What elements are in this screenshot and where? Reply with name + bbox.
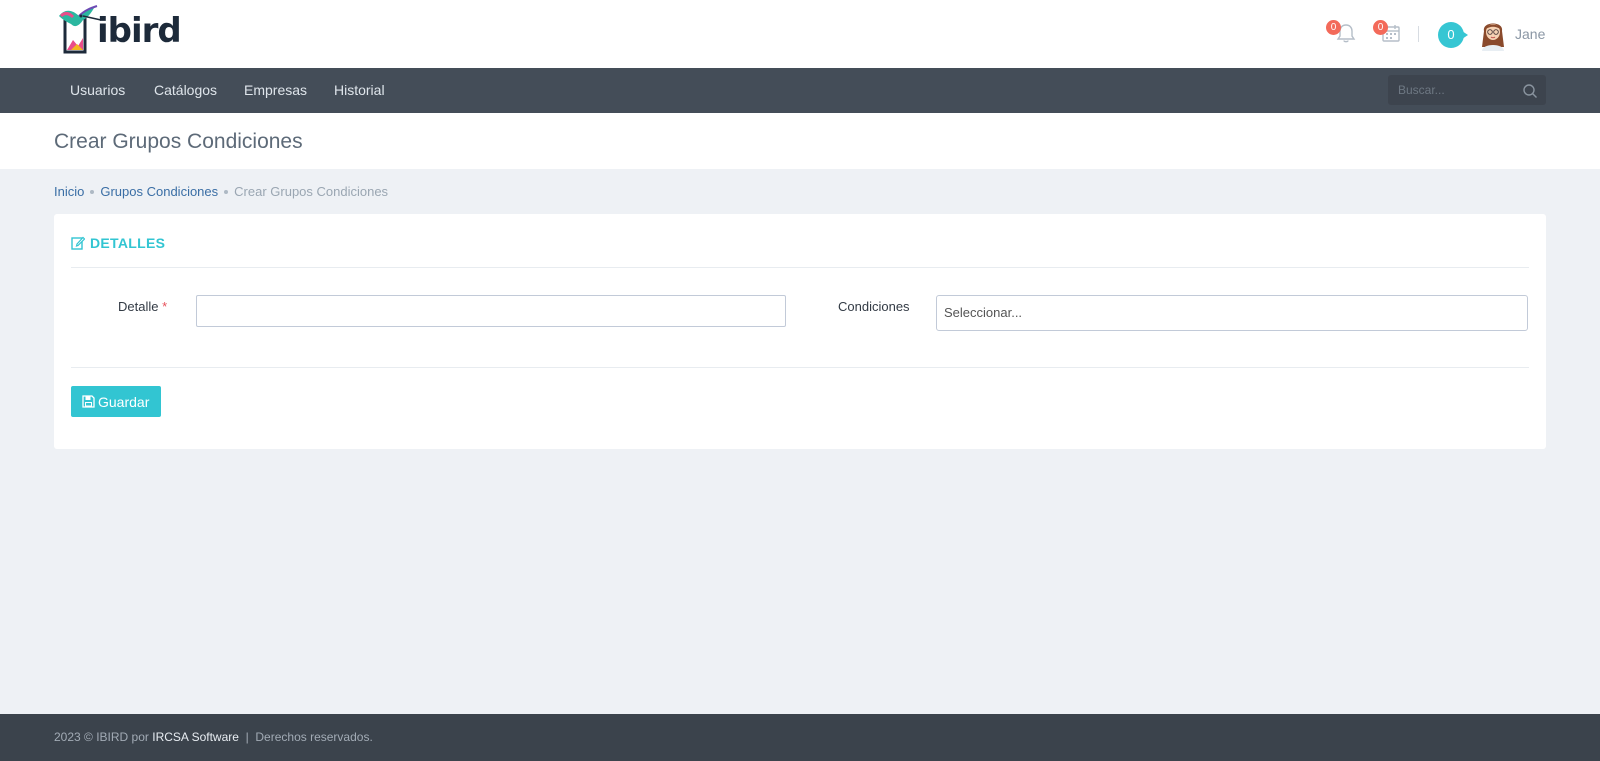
brand-logo[interactable]: ibird	[55, 4, 182, 54]
save-button[interactable]: Guardar	[71, 386, 162, 417]
section-title-text: DETALLES	[90, 235, 166, 251]
breadcrumb-grupos-condiciones[interactable]: Grupos Condiciones	[100, 184, 218, 199]
footer-text: 2023 © IBIRD por IRCSA Software | Derech…	[54, 730, 373, 744]
condiciones-label: Condiciones	[838, 299, 910, 314]
inbox-count-badge[interactable]: 0	[1438, 22, 1468, 48]
nav-item-catalogos[interactable]: Catálogos	[154, 68, 217, 113]
detalle-input[interactable]	[196, 295, 786, 327]
nav-item-empresas[interactable]: Empresas	[244, 68, 307, 113]
search-box	[1388, 75, 1546, 105]
detalle-label: Detalle *	[118, 299, 167, 314]
breadcrumb-current: Crear Grupos Condiciones	[234, 184, 389, 199]
page-footer: 2023 © IBIRD por IRCSA Software | Derech…	[0, 714, 1600, 761]
breadcrumb-inicio[interactable]: Inicio	[54, 184, 84, 199]
user-avatar[interactable]	[1478, 17, 1508, 51]
condiciones-select[interactable]: Seleccionar...	[936, 295, 1528, 331]
search-input[interactable]	[1388, 75, 1518, 105]
section-title: DETALLES	[71, 235, 165, 251]
page-title-bar: Crear Grupos Condiciones	[0, 113, 1600, 169]
brand-name: ibird	[97, 11, 182, 51]
card-header: DETALLES	[71, 214, 1529, 268]
page-title: Crear Grupos Condiciones	[54, 130, 303, 153]
breadcrumb-separator	[90, 189, 95, 194]
notifications-count-badge: 0	[1326, 20, 1341, 35]
top-header: ibird 0 0 0 Jane	[0, 0, 1600, 68]
card-divider	[71, 367, 1529, 368]
search-icon[interactable]	[1522, 83, 1538, 99]
breadcrumb: Inicio Grupos Condiciones Crear Grupos C…	[54, 184, 388, 199]
condiciones-placeholder: Seleccionar...	[944, 305, 1023, 320]
detalle-label-text: Detalle	[118, 299, 159, 314]
nav-item-historial[interactable]: Historial	[334, 68, 385, 113]
footer-company-link[interactable]: IRCSA Software	[152, 730, 239, 744]
hummingbird-logo-icon	[55, 4, 103, 54]
details-card: DETALLES Detalle * Condiciones Seleccion…	[54, 214, 1546, 449]
breadcrumb-separator	[224, 189, 229, 194]
required-mark: *	[162, 299, 168, 314]
calendar-count-badge: 0	[1373, 20, 1388, 35]
header-divider	[1418, 26, 1419, 42]
edit-icon	[71, 236, 85, 250]
main-navbar: Usuarios Catálogos Empresas Historial	[0, 68, 1600, 113]
footer-rights: | Derechos reservados.	[238, 730, 373, 744]
nav-item-usuarios[interactable]: Usuarios	[70, 68, 125, 113]
footer-copyright: 2023 © IBIRD por	[54, 730, 153, 744]
user-name[interactable]: Jane	[1515, 26, 1545, 42]
save-button-label: Guardar	[98, 393, 150, 410]
floppy-disk-icon	[82, 395, 95, 408]
